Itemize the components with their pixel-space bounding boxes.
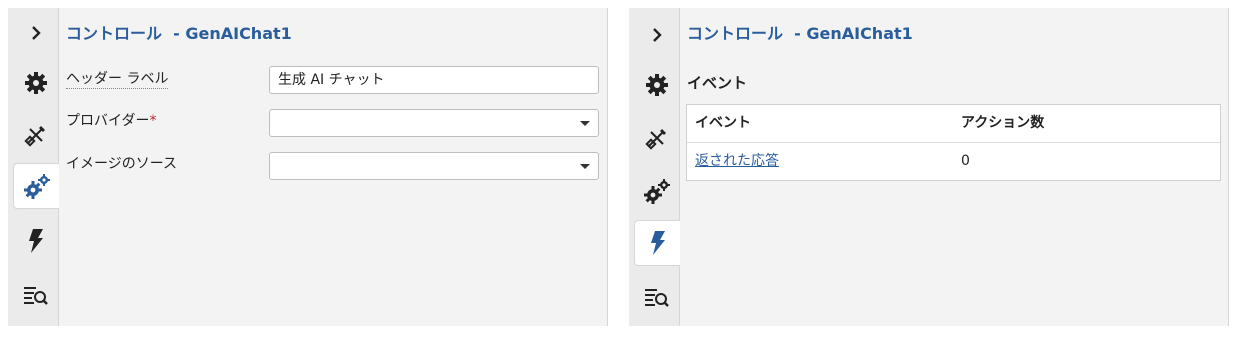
- provider-label: プロバイダー*: [66, 113, 157, 129]
- events-tab[interactable]: [14, 218, 58, 264]
- panel-title: コントロール - GenAIChat1: [66, 24, 292, 43]
- gear-icon: [646, 74, 668, 96]
- properties-panel-left: コントロール - GenAIChat1 ヘッダー ラベル 生成 AI チャット …: [8, 8, 608, 326]
- advanced-tab[interactable]: [13, 163, 59, 209]
- header-label-label: ヘッダー ラベル: [66, 71, 169, 89]
- search-tab[interactable]: [635, 274, 679, 320]
- advanced-tab[interactable]: [635, 168, 679, 214]
- image-source-select[interactable]: [269, 152, 599, 180]
- gear-icon: [25, 72, 47, 94]
- events-table: イベント アクション数 返された応答 0: [686, 104, 1221, 181]
- list-search-icon: [645, 289, 669, 307]
- column-header-event: イベント: [695, 115, 751, 131]
- chevron-right-icon: [32, 26, 41, 40]
- event-link[interactable]: 返された応答: [695, 143, 779, 180]
- settings-tab[interactable]: [635, 62, 679, 108]
- caret-down-icon: [580, 121, 590, 126]
- pencil-ruler-icon: [24, 126, 45, 147]
- events-tab[interactable]: [634, 220, 680, 266]
- table-header-row: イベント アクション数: [687, 105, 1220, 143]
- settings-tab[interactable]: [14, 60, 58, 106]
- table-row: 返された応答 0: [687, 143, 1220, 180]
- events-heading: イベント: [687, 74, 748, 92]
- design-tab[interactable]: [14, 112, 58, 158]
- required-mark: *: [149, 113, 157, 129]
- gears-icon: [644, 179, 670, 204]
- properties-panel-right: コントロール - GenAIChat1 イベント イベント アクション数 返され…: [629, 8, 1229, 326]
- search-tab[interactable]: [14, 272, 58, 318]
- side-rail: [8, 8, 59, 326]
- pencil-ruler-icon: [645, 129, 666, 150]
- gears-icon: [23, 174, 50, 199]
- expand-button[interactable]: [14, 10, 58, 56]
- lightning-icon: [650, 231, 665, 255]
- list-search-icon: [24, 287, 48, 305]
- side-rail: [629, 8, 680, 326]
- caret-down-icon: [580, 164, 590, 169]
- design-tab[interactable]: [635, 115, 679, 161]
- column-header-action-count: アクション数: [961, 115, 1045, 131]
- provider-select[interactable]: [269, 109, 599, 137]
- expand-button[interactable]: [635, 12, 679, 58]
- header-label-input[interactable]: 生成 AI チャット: [269, 66, 599, 94]
- action-count: 0: [961, 153, 970, 169]
- panel-title: コントロール - GenAIChat1: [687, 24, 913, 43]
- lightning-icon: [29, 229, 43, 253]
- chevron-right-icon: [653, 28, 662, 42]
- image-source-label: イメージのソース: [66, 156, 178, 172]
